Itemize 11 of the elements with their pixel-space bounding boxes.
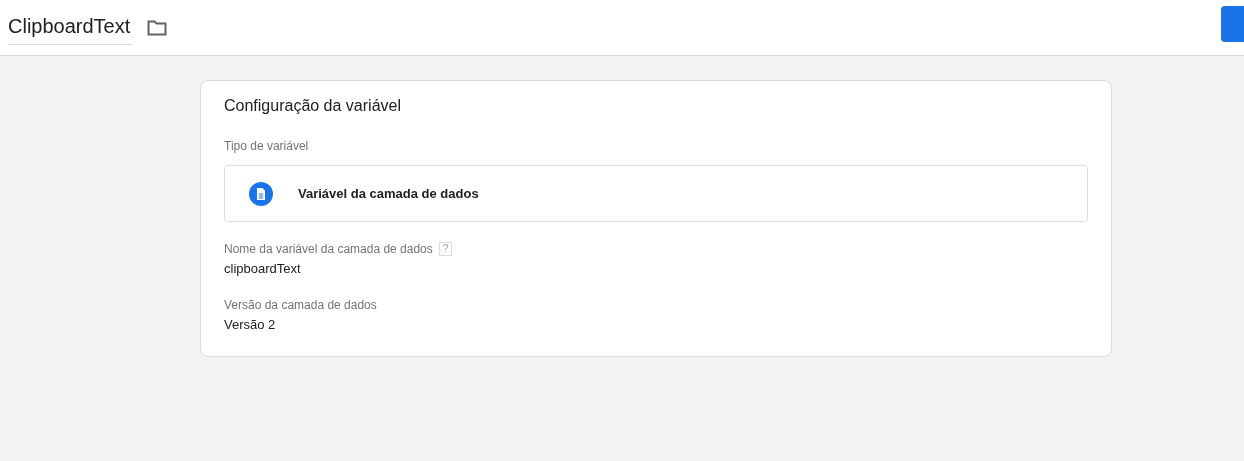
field-label: Nome da variável da camada de dados xyxy=(224,242,433,256)
variable-type-name: Variável da camada de dados xyxy=(298,186,479,201)
folder-icon[interactable] xyxy=(147,19,167,36)
field-label: Versão da camada de dados xyxy=(224,298,377,312)
document-icon xyxy=(249,181,273,206)
card-title: Configuração da variável xyxy=(224,97,402,115)
field-value: Versão 2 xyxy=(224,317,277,332)
name-field[interactable]: ClipboardText xyxy=(8,10,133,45)
field-label: Tipo de variável xyxy=(224,139,310,153)
field-value: clipboardText xyxy=(224,261,302,276)
variable-type-box[interactable]: Variável da camada de dados xyxy=(224,165,1088,222)
